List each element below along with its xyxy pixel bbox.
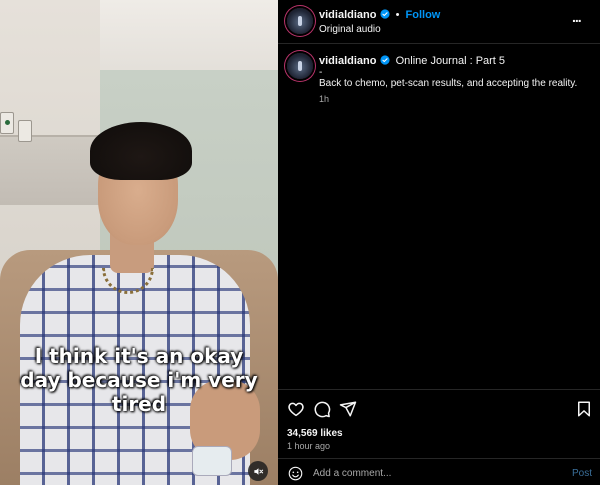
post-timestamp: 1 hour ago (287, 441, 331, 451)
post-header: vidialdiano • Follow Original audio ... (278, 0, 600, 44)
comment-input[interactable] (313, 464, 553, 482)
video-person-hair (90, 122, 192, 180)
caption-body: Back to chemo, pet-scan results, and acc… (319, 78, 578, 89)
heart-icon[interactable] (287, 400, 305, 418)
comment-icon[interactable] (313, 400, 331, 418)
video-ceiling (100, 0, 278, 80)
post-panel: vidialdiano • Follow Original audio ... … (278, 0, 600, 485)
avatar[interactable] (287, 8, 313, 34)
original-audio-link[interactable]: Original audio (319, 24, 381, 35)
video-bed-rail (0, 135, 100, 205)
mute-button[interactable] (248, 461, 268, 481)
header-separator: • (395, 9, 400, 21)
video-caption: I think it's an okay day because i'm ver… (20, 344, 258, 416)
header-username[interactable]: vidialdiano (319, 9, 376, 21)
caption-line: vidialdiano Online Journal : Part 5 (319, 55, 505, 67)
post-comment-button[interactable]: Post (572, 468, 592, 479)
emoji-icon[interactable] (288, 466, 303, 481)
verified-badge-icon (379, 55, 390, 65)
likes-count[interactable]: 34,569 likes (287, 428, 343, 439)
follow-button[interactable]: Follow (406, 9, 441, 21)
video-outlet (0, 112, 14, 134)
speaker-muted-icon (253, 467, 263, 475)
bookmark-icon[interactable] (575, 400, 593, 418)
caption-title: Online Journal : Part 5 (395, 55, 506, 67)
caption-dash: - (319, 67, 323, 78)
more-options-icon[interactable]: ... (572, 10, 592, 28)
verified-badge-icon (379, 9, 390, 19)
caption-username[interactable]: vidialdiano (319, 55, 376, 67)
caption-timestamp[interactable]: 1h (319, 94, 329, 104)
avatar[interactable] (287, 53, 313, 79)
share-icon[interactable] (339, 400, 357, 418)
video-outlet (18, 120, 32, 142)
reel-video[interactable]: I think it's an okay day because i'm ver… (0, 0, 278, 485)
video-iv-line (192, 446, 232, 476)
comment-composer: Post (278, 458, 600, 485)
header-author: vidialdiano • Follow (319, 9, 440, 21)
